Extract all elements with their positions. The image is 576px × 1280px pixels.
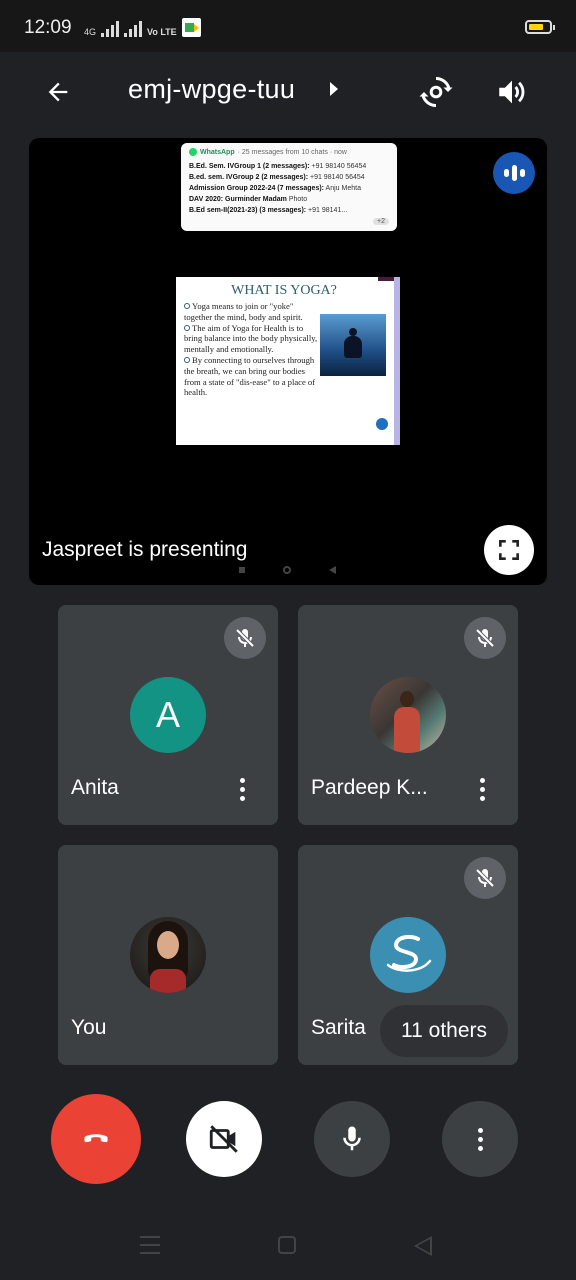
others-button[interactable]: 11 others xyxy=(380,1005,508,1057)
presentation-view[interactable]: WhatsApp · 25 messages from 10 chats · n… xyxy=(29,138,547,585)
notification-line: B.ed. sem. IVGroup 2 (2 messages): +91 9… xyxy=(189,174,365,181)
yoga-image xyxy=(320,314,386,376)
avatar xyxy=(370,917,446,993)
back-button[interactable] xyxy=(36,70,80,114)
bullet-icon xyxy=(184,324,190,331)
fullscreen-icon xyxy=(499,540,519,560)
end-call-icon xyxy=(84,1134,108,1143)
participant-menu-button[interactable] xyxy=(226,773,258,805)
slide-bullet: Yoga means to join or "yoke" together th… xyxy=(184,301,303,322)
participant-name: Anita xyxy=(71,776,119,799)
slide-decoration-dot xyxy=(376,418,388,430)
end-call-button[interactable] xyxy=(51,1094,141,1184)
audio-level-icon xyxy=(493,152,535,194)
speaker-icon xyxy=(499,80,525,104)
notification-line: DAV 2020: Gurminder Madam Photo xyxy=(189,196,308,203)
back-icon xyxy=(329,566,336,574)
mic-icon xyxy=(343,1126,361,1151)
bullet-icon xyxy=(184,303,190,309)
notification-line: B.Ed. Sem. IVGroup 1 (2 messages): +91 9… xyxy=(189,163,367,170)
yogi-head xyxy=(349,328,357,336)
home-icon[interactable] xyxy=(278,1236,296,1254)
s-logo-icon xyxy=(386,935,432,972)
recents-icon xyxy=(239,567,245,573)
switch-camera-icon xyxy=(419,76,453,108)
participant-name: You xyxy=(71,1016,107,1039)
muted-badge xyxy=(224,617,266,659)
status-bar: 12:09 4G Vo LTE xyxy=(0,0,576,52)
notification-more-badge: +2 xyxy=(373,218,389,225)
home-icon xyxy=(283,566,291,574)
call-controls xyxy=(0,1094,576,1186)
avatar: A xyxy=(130,677,206,753)
avatar xyxy=(130,917,206,993)
shared-slide: WHAT IS YOGA? Yoga means to join or "yok… xyxy=(176,277,400,445)
fullscreen-button[interactable] xyxy=(484,525,534,575)
presenter-nav-bar xyxy=(239,566,336,574)
bullet-icon xyxy=(184,356,190,363)
self-tile[interactable]: You xyxy=(58,845,278,1065)
notification-summary: · 25 messages from 10 chats · now xyxy=(237,148,347,156)
notification-header: WhatsApp · 25 messages from 10 chats · n… xyxy=(189,148,389,156)
chevron-right-icon[interactable] xyxy=(330,82,338,96)
signal-icon xyxy=(101,21,120,37)
volte-label: Vo LTE xyxy=(147,27,177,37)
top-bar: emj-wpge-tuu xyxy=(0,52,576,132)
more-options-button[interactable] xyxy=(442,1101,518,1177)
participant-name: Pardeep K... xyxy=(311,776,428,799)
slide-title: WHAT IS YOGA? xyxy=(231,283,337,298)
participant-tile[interactable]: Sarita 11 others xyxy=(298,845,518,1065)
avatar xyxy=(370,677,446,753)
muted-badge xyxy=(464,857,506,899)
participant-tile[interactable]: A Anita xyxy=(58,605,278,825)
camera-off-icon xyxy=(209,1125,238,1153)
speaker-button[interactable] xyxy=(488,68,536,116)
camera-toggle-button[interactable] xyxy=(186,1101,262,1177)
signal-icon-2 xyxy=(124,21,143,37)
notification-app: WhatsApp xyxy=(200,148,235,156)
yogi-body xyxy=(344,336,362,358)
mic-off-icon xyxy=(475,868,495,888)
mic-off-icon xyxy=(475,628,495,648)
meeting-code[interactable]: emj-wpge-tuu xyxy=(128,74,295,105)
mic-toggle-button[interactable] xyxy=(314,1101,390,1177)
slide-bullet: By connecting to ourselves through the b… xyxy=(184,354,316,398)
participant-tile[interactable]: Pardeep K... xyxy=(298,605,518,825)
system-nav-bar xyxy=(0,1210,576,1280)
meet-app-icon xyxy=(181,18,201,37)
presenting-label: Jaspreet is presenting xyxy=(42,538,248,561)
status-icons: 4G Vo LTE xyxy=(84,18,201,37)
notification-line: Admission Group 2022-24 (7 messages): An… xyxy=(189,185,361,192)
notification-line: B.Ed sem-II(2021-23) (3 messages): +91 9… xyxy=(189,207,348,214)
slide-body: Yoga means to join or "yoke" together th… xyxy=(184,301,320,398)
slide-decoration xyxy=(394,277,400,445)
switch-camera-button[interactable] xyxy=(412,68,460,116)
menu-icon[interactable] xyxy=(140,1236,160,1254)
battery-icon xyxy=(525,20,555,34)
slide-bullet: The aim of Yoga for Health is to bring b… xyxy=(184,322,318,355)
network-type: 4G xyxy=(84,27,97,37)
whatsapp-icon xyxy=(189,148,197,156)
muted-badge xyxy=(464,617,506,659)
status-time: 12:09 xyxy=(24,17,72,38)
back-icon[interactable] xyxy=(414,1236,432,1256)
participant-name: Sarita xyxy=(311,1016,366,1039)
participant-menu-button[interactable] xyxy=(466,773,498,805)
arrow-left-icon xyxy=(48,82,68,102)
whatsapp-notification: WhatsApp · 25 messages from 10 chats · n… xyxy=(181,143,397,231)
mic-off-icon xyxy=(235,628,255,648)
